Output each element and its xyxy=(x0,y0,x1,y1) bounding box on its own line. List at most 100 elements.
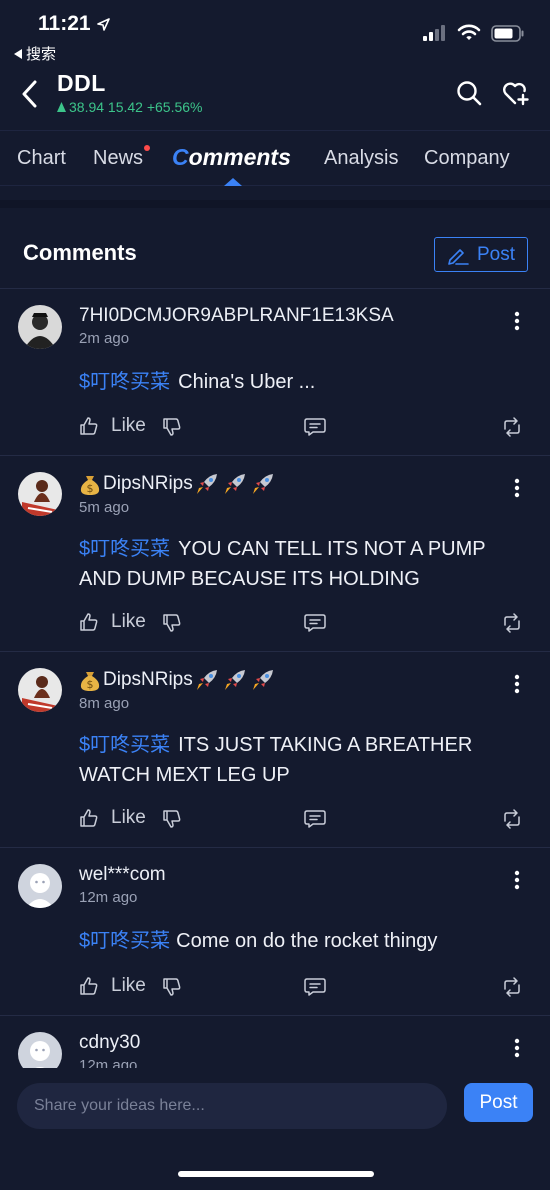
avatar-image xyxy=(18,668,62,712)
comment-actions: Like xyxy=(79,611,529,639)
thumbs-up-icon xyxy=(80,417,98,435)
more-vertical-icon xyxy=(514,478,520,498)
thumbs-down-icon xyxy=(163,614,181,632)
more-options-button[interactable] xyxy=(514,870,520,890)
comment-list: 7HI0DCMJOR9ABPLRANF1E13KSA 2m ago $叮咚买菜 C… xyxy=(0,288,550,1068)
like-label: Like xyxy=(111,807,146,828)
rocket-icon xyxy=(224,474,245,494)
back-to-app-link[interactable]: 搜索 xyxy=(14,43,56,64)
cashtag-link[interactable]: $叮咚买菜 xyxy=(79,734,170,756)
money-bag-icon: $ xyxy=(80,476,100,495)
like-button[interactable]: Like xyxy=(79,975,146,997)
heart-add-icon xyxy=(503,82,529,106)
tab-comments[interactable]: Comments xyxy=(172,144,291,171)
username[interactable]: $ DipsNRips xyxy=(79,668,277,692)
more-options-button[interactable] xyxy=(514,1038,520,1058)
comment-time: 12m ago xyxy=(79,889,138,906)
repost-button[interactable] xyxy=(502,809,522,829)
repost-icon xyxy=(504,809,520,829)
post-submit-button[interactable]: Post xyxy=(464,1083,533,1122)
cashtag-link[interactable]: $叮咚买菜 xyxy=(79,930,170,952)
avatar[interactable] xyxy=(18,1032,62,1068)
notification-dot xyxy=(144,145,151,151)
comment-time: 2m ago xyxy=(79,330,130,347)
back-triangle-icon xyxy=(14,48,22,59)
repost-icon xyxy=(504,613,520,633)
username[interactable]: cdny30 xyxy=(79,1032,140,1054)
reply-button[interactable] xyxy=(304,613,326,633)
like-button[interactable]: Like xyxy=(79,415,146,437)
more-options-button[interactable] xyxy=(514,478,520,498)
dislike-button[interactable] xyxy=(162,417,182,437)
edit-pencil-icon xyxy=(448,248,469,265)
reply-button[interactable] xyxy=(304,977,326,997)
username-text: DipsNRips xyxy=(103,473,193,494)
home-indicator[interactable] xyxy=(178,1171,374,1177)
comment-composer: Post xyxy=(0,1068,550,1190)
reply-button[interactable] xyxy=(304,809,326,829)
avatar[interactable] xyxy=(18,668,62,712)
dislike-button[interactable] xyxy=(162,809,182,829)
comment-bubble-icon xyxy=(304,978,326,996)
tab-analysis[interactable]: Analysis xyxy=(324,147,398,170)
post-comment-button[interactable]: Post xyxy=(434,237,528,272)
like-button[interactable]: Like xyxy=(79,611,146,633)
avatar[interactable] xyxy=(18,472,62,516)
comment-text: China's Uber ... xyxy=(178,371,316,393)
rocket-icon xyxy=(196,670,217,690)
avatar-image xyxy=(18,472,62,516)
active-tab-indicator xyxy=(224,178,242,186)
tab-comments-initial: C xyxy=(172,144,189,170)
cashtag-link[interactable]: $叮咚买菜 xyxy=(79,538,170,560)
comment-body: $叮咚买菜 YOU CAN TELL ITS NOT A PUMP AND DUM… xyxy=(79,534,519,594)
comment-item: $ DipsNRips 8m ago $叮咚买菜 ITS JUST TAKING … xyxy=(0,651,550,847)
thumbs-up-icon xyxy=(80,977,98,995)
status-icons xyxy=(423,24,524,42)
repost-button[interactable] xyxy=(502,613,522,633)
avatar[interactable] xyxy=(18,305,62,349)
search-icon xyxy=(457,81,482,106)
comments-title: Comments xyxy=(23,240,137,265)
comment-actions: Like xyxy=(79,415,529,443)
comment-actions: Like xyxy=(79,975,529,1003)
cashtag-link[interactable]: $叮咚买菜 xyxy=(79,371,170,393)
rocket-icon xyxy=(196,474,217,494)
comment-time: 12m ago xyxy=(79,1057,138,1068)
search-button[interactable] xyxy=(456,80,482,106)
status-time: 11:21 xyxy=(38,12,110,36)
username[interactable]: 7HI0DCMJOR9ABPLRANF1E13KSA xyxy=(79,305,394,327)
section-divider xyxy=(0,200,550,208)
comment-item: wel***com 12m ago $叮咚买菜 Come on do the ro… xyxy=(0,847,550,1015)
repost-button[interactable] xyxy=(502,977,522,997)
more-vertical-icon xyxy=(514,870,520,890)
add-to-watchlist-button[interactable] xyxy=(502,80,530,106)
status-time-text: 11:21 xyxy=(38,12,91,35)
thumbs-down-icon xyxy=(163,810,181,828)
dislike-button[interactable] xyxy=(162,613,182,633)
signal-icon xyxy=(423,25,445,41)
back-button[interactable] xyxy=(16,76,42,112)
username-text: wel***com xyxy=(79,864,166,885)
more-options-button[interactable] xyxy=(514,311,520,331)
svg-text:$: $ xyxy=(87,678,94,691)
username[interactable]: $ DipsNRips xyxy=(79,472,277,496)
username[interactable]: wel***com xyxy=(79,864,166,886)
battery-icon xyxy=(491,24,524,42)
price-quote-text: 38.94 15.42 +65.56% xyxy=(69,99,203,115)
repost-button[interactable] xyxy=(502,417,522,437)
tab-company[interactable]: Company xyxy=(424,147,510,170)
rocket-icon xyxy=(224,670,245,690)
tab-news[interactable]: News xyxy=(93,145,151,170)
comment-bubble-icon xyxy=(304,418,326,436)
like-button[interactable]: Like xyxy=(79,807,146,829)
avatar[interactable] xyxy=(18,864,62,908)
dislike-button[interactable] xyxy=(162,977,182,997)
share-ideas-input[interactable] xyxy=(17,1083,447,1129)
reply-button[interactable] xyxy=(304,417,326,437)
money-bag-icon: $ xyxy=(80,672,100,691)
wifi-icon xyxy=(457,24,481,40)
avatar-image xyxy=(18,864,62,908)
more-options-button[interactable] xyxy=(514,674,520,694)
tab-chart[interactable]: Chart xyxy=(17,147,66,170)
comment-text: Come on do the rocket thingy xyxy=(176,930,438,952)
